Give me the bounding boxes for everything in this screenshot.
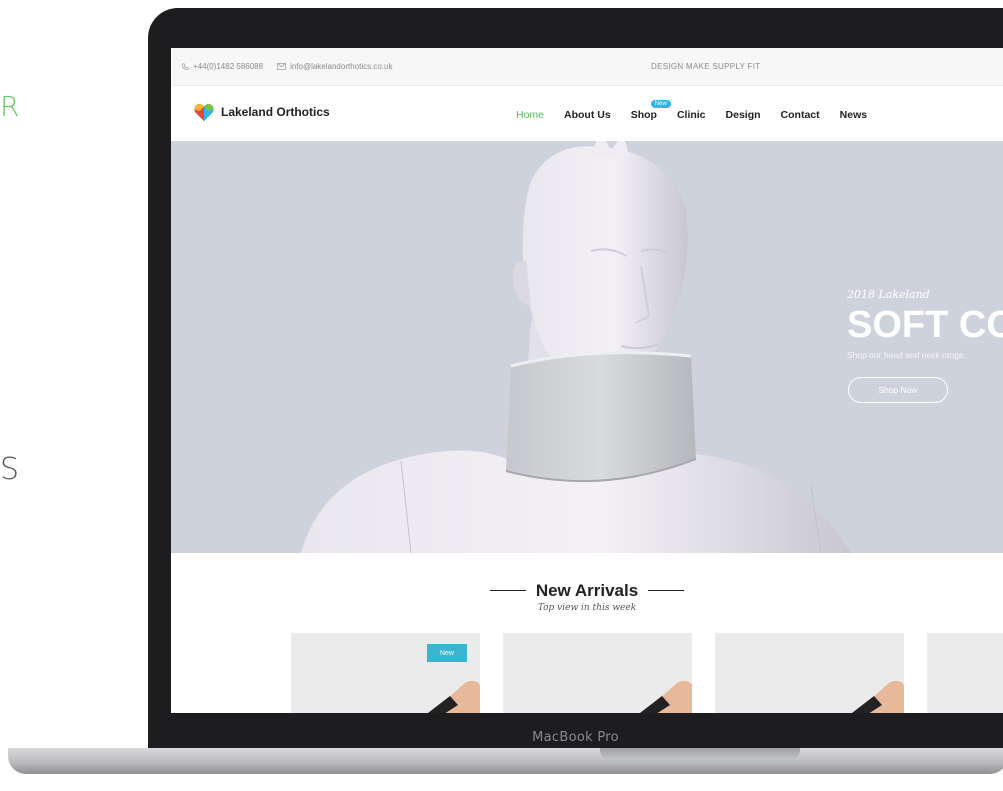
section-subtitle: Top view in this week xyxy=(537,602,637,613)
heart-puzzle-logo-icon xyxy=(194,103,214,122)
nav-shop[interactable]: Shop New xyxy=(630,100,671,121)
nav-shop-label: Shop xyxy=(630,109,657,121)
hero-subtext: Shop our head and neck range, xyxy=(847,350,967,360)
product-card[interactable]: New xyxy=(291,633,480,713)
nav-home[interactable]: Home xyxy=(516,109,544,121)
nav-bar: Lakeland Orthotics Home About Us Shop Ne… xyxy=(171,86,1003,141)
email-contact[interactable]: info@lakelandorthotics.co.uk xyxy=(277,62,392,71)
nav-clinic[interactable]: Clinic xyxy=(677,109,706,121)
nav-contact[interactable]: Contact xyxy=(781,109,820,121)
side-glyph-r: R xyxy=(0,90,20,123)
product-card[interactable] xyxy=(715,633,904,713)
nav-about-us[interactable]: About Us xyxy=(564,109,611,121)
phone-number: +44(0)1482 586088 xyxy=(193,62,264,71)
new-arrivals-heading: New Arrivals Top view in this week xyxy=(171,578,1003,613)
section-title: New Arrivals xyxy=(490,581,684,601)
email-address: info@lakelandorthotics.co.uk xyxy=(290,62,393,71)
product-card[interactable] xyxy=(927,633,1003,713)
main-nav: Home About Us Shop New Clinic Design Con… xyxy=(516,100,867,121)
top-bar: +44(0)1482 586088 info@lakelandorthotics… xyxy=(171,48,1003,86)
nav-design[interactable]: Design xyxy=(726,109,761,121)
mail-icon xyxy=(277,63,286,70)
hero-kicker: 2018 Lakeland xyxy=(847,288,930,301)
new-badge: New xyxy=(427,644,467,662)
nav-news[interactable]: News xyxy=(840,109,867,121)
phone-contact[interactable]: +44(0)1482 586088 xyxy=(181,62,263,71)
laptop-base xyxy=(8,748,1003,774)
product-image xyxy=(427,680,480,713)
brand-logo[interactable]: Lakeland Orthotics xyxy=(193,101,330,123)
phone-icon xyxy=(181,62,189,70)
brand-name: Lakeland Orthotics xyxy=(221,105,330,119)
product-cards: New xyxy=(291,633,1003,713)
tagline: DESIGN MAKE SUPPLY FIT xyxy=(651,62,761,71)
hero-headline: SOFT CO xyxy=(847,304,1003,346)
laptop-screen: +44(0)1482 586088 info@lakelandorthotics… xyxy=(171,48,1003,713)
mannequin-neck-collar-image xyxy=(301,141,851,553)
new-badge: New xyxy=(650,100,671,108)
device-label: MacBook Pro xyxy=(532,730,619,745)
hero-banner: 2018 Lakeland SOFT CO Shop our head and … xyxy=(171,141,1003,553)
product-image xyxy=(851,680,904,713)
product-card[interactable] xyxy=(503,633,692,713)
product-image xyxy=(639,680,692,713)
side-glyph-s: S xyxy=(0,452,20,487)
contact-info: +44(0)1482 586088 info@lakelandorthotics… xyxy=(181,62,392,71)
shop-now-button[interactable]: Shop Now xyxy=(848,377,948,403)
laptop-notch xyxy=(600,748,800,760)
